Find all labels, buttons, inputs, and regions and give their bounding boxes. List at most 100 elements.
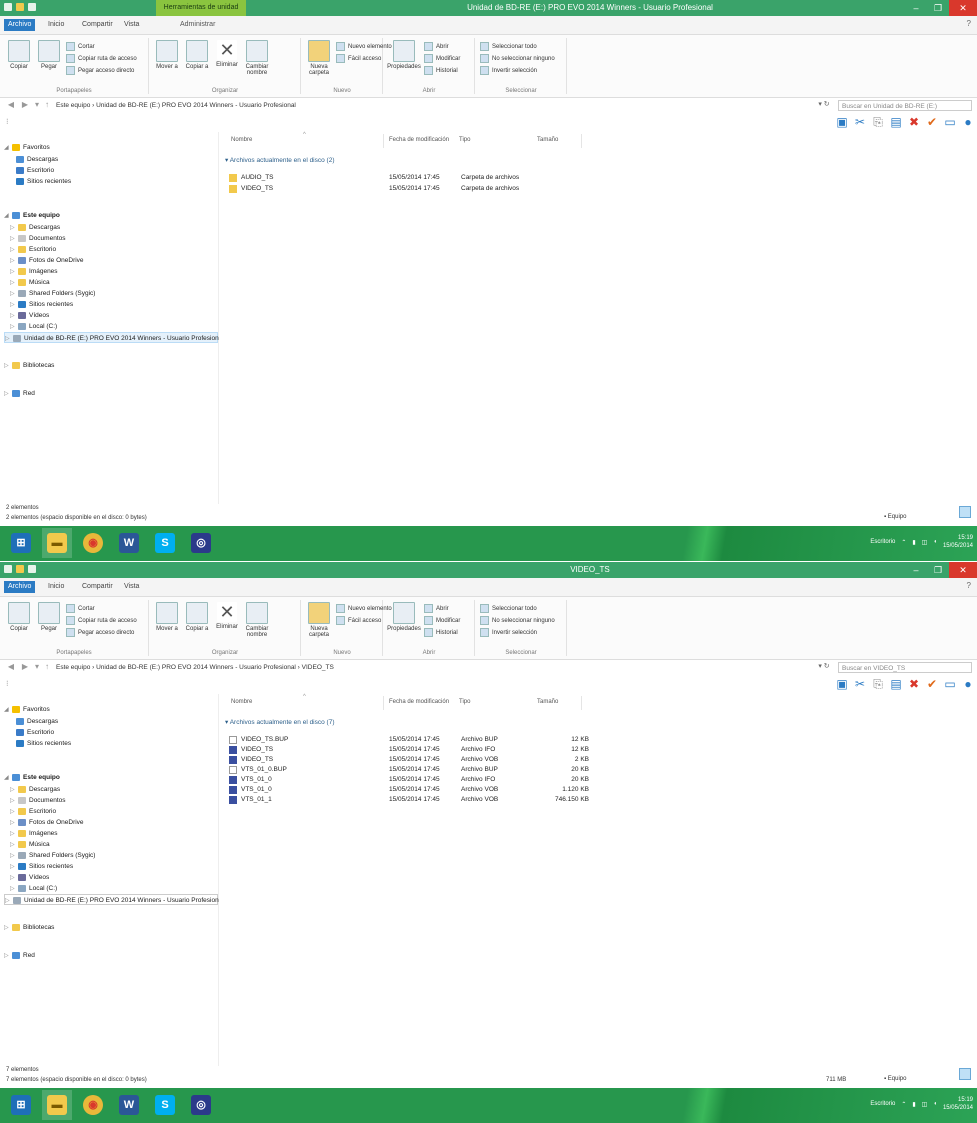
nav-item[interactable]: ▷ Local (C:) xyxy=(10,321,57,332)
rename-button[interactable]: Cambiar nombre xyxy=(242,602,272,638)
invert-selection-button[interactable]: Invertir selección xyxy=(480,66,537,75)
nav-item[interactable]: ▷ Fotos de OneDrive xyxy=(10,817,84,828)
nav-item-recientes[interactable]: Sitios recientes xyxy=(16,738,71,749)
back-button[interactable]: ◀ xyxy=(6,662,16,672)
edit-button[interactable]: Modificar xyxy=(424,616,460,625)
close-button[interactable]: ✕ xyxy=(949,562,977,578)
start-button[interactable]: ⊞ xyxy=(6,528,36,558)
easy-access-button[interactable]: Fácil acceso xyxy=(336,616,381,625)
nav-item[interactable]: ▷ Imágenes xyxy=(10,828,58,839)
nav-item[interactable]: ▷ Música xyxy=(10,277,50,288)
nav-item[interactable]: ▷ Descargas xyxy=(10,222,60,233)
network-icon[interactable]: ◫ xyxy=(922,539,928,546)
large-icons-view-icon[interactable] xyxy=(959,506,971,518)
copy-to-button[interactable]: Copiar a xyxy=(182,40,212,70)
column-divider[interactable] xyxy=(581,696,582,710)
cut-icon[interactable]: ✂ xyxy=(853,677,867,691)
nav-item[interactable]: ▷ Sitios recientes xyxy=(10,861,73,872)
details-pane-icon[interactable]: ▣ xyxy=(835,677,849,691)
move-to-button[interactable]: Mover a xyxy=(152,40,182,70)
collapse-arrow-icon[interactable]: ◢ xyxy=(4,705,12,716)
check-icon[interactable]: ✔ xyxy=(925,677,939,691)
cut-button[interactable]: Cortar xyxy=(66,42,95,51)
details-pane-icon[interactable]: ▣ xyxy=(835,115,849,129)
network-icon[interactable]: ◫ xyxy=(922,1101,928,1108)
address-path[interactable]: Este equipo › Unidad de BD-RE (E:) PRO E… xyxy=(56,662,804,673)
globe-icon[interactable]: ● xyxy=(961,677,975,691)
globe-icon[interactable]: ● xyxy=(961,115,975,129)
start-button[interactable]: ⊞ xyxy=(6,1090,36,1120)
nav-item[interactable]: ▷ Descargas xyxy=(10,784,60,795)
nav-libraries[interactable]: ▷ Bibliotecas xyxy=(4,922,54,933)
nav-favorites[interactable]: ◢ Favoritos xyxy=(4,704,50,715)
col-date[interactable]: Fecha de modificación xyxy=(389,699,449,705)
tab-compartir[interactable]: Compartir xyxy=(78,581,117,593)
nav-item[interactable]: ▷ Escritorio xyxy=(10,244,56,255)
copy-icon[interactable]: ⎘ xyxy=(871,677,885,691)
new-folder-icon[interactable] xyxy=(16,3,24,11)
taskbar-app-explorer[interactable]: ▬ xyxy=(42,1090,72,1120)
history-button[interactable]: Historial xyxy=(424,628,458,637)
copy-icon[interactable]: ⎘ xyxy=(871,115,885,129)
delete-button[interactable]: ✕ Eliminar xyxy=(212,602,242,630)
tray-chevron-icon[interactable]: ⌃ xyxy=(901,1101,906,1108)
tray-chevron-icon[interactable]: ⌃ xyxy=(901,539,906,546)
expand-arrow-icon[interactable]: ▷ xyxy=(5,334,13,345)
properties-icon[interactable] xyxy=(4,565,12,573)
back-button[interactable]: ◀ xyxy=(6,100,16,110)
col-type[interactable]: Tipo xyxy=(459,137,470,143)
expand-arrow-icon[interactable]: ▷ xyxy=(4,951,12,962)
paste-button[interactable]: Pegar xyxy=(34,602,64,632)
forward-button[interactable]: ▶ xyxy=(20,100,30,110)
search-input[interactable]: Buscar en Unidad de BD-RE (E:) xyxy=(838,100,972,111)
tray-desktop-label[interactable]: Escritorio xyxy=(870,1101,895,1107)
large-icons-view-icon[interactable] xyxy=(959,1068,971,1080)
nav-item[interactable]: ▷ Shared Folders (Sygic) xyxy=(10,288,95,299)
paste-button[interactable]: Pegar xyxy=(34,40,64,70)
copy-path-button[interactable]: Copiar ruta de acceso xyxy=(66,616,137,625)
volume-icon[interactable]: ◖ xyxy=(933,1101,937,1107)
group-header[interactable]: ▾ Archivos actualmente en el disco (7) xyxy=(225,718,335,726)
nav-item-descargas[interactable]: Descargas xyxy=(16,154,58,165)
select-none-button[interactable]: No seleccionar ninguno xyxy=(480,54,555,63)
move-to-button[interactable]: Mover a xyxy=(152,602,182,632)
up-button[interactable]: ↑ xyxy=(42,662,52,672)
new-folder-button[interactable]: Nueva carpeta xyxy=(304,602,334,638)
taskbar-app-word[interactable]: W xyxy=(114,528,144,558)
tab-archivo[interactable]: Archivo xyxy=(4,581,36,593)
forward-button[interactable]: ▶ xyxy=(20,662,30,672)
tab-archivo[interactable]: Archivo xyxy=(4,19,36,31)
tab-vista[interactable]: Vista xyxy=(120,19,143,31)
col-size[interactable]: Tamaño xyxy=(537,137,558,143)
help-icon[interactable]: ? xyxy=(967,581,971,590)
tab-inicio[interactable]: Inicio xyxy=(44,19,68,31)
nav-this-pc[interactable]: ◢ Este equipo xyxy=(4,772,60,783)
paste-shortcut-button[interactable]: Pegar acceso directo xyxy=(66,628,134,637)
taskbar-app-word[interactable]: W xyxy=(114,1090,144,1120)
nav-item-selected-drive[interactable]: ▷ Unidad de BD-RE (E:) PRO EVO 2014 Winne… xyxy=(4,332,224,345)
refresh-button[interactable]: ▾ ↻ xyxy=(812,662,836,670)
dropdown-icon[interactable] xyxy=(28,565,36,573)
taskbar-app-skype[interactable]: S xyxy=(150,528,180,558)
select-none-button[interactable]: No seleccionar ninguno xyxy=(480,616,555,625)
maximize-button[interactable]: ❐ xyxy=(927,0,949,16)
rename-button[interactable]: Cambiar nombre xyxy=(242,40,272,76)
column-divider[interactable] xyxy=(383,134,384,148)
paste-icon[interactable]: ▤ xyxy=(889,677,903,691)
easy-access-button[interactable]: Fácil acceso xyxy=(336,54,381,63)
taskbar-app-media[interactable]: ◎ xyxy=(186,528,216,558)
dropdown-icon[interactable] xyxy=(28,3,36,11)
properties-icon[interactable] xyxy=(4,3,12,11)
nav-libraries[interactable]: ▷ Bibliotecas xyxy=(4,360,54,371)
delete-icon[interactable]: ✖ xyxy=(907,115,921,129)
title-bar[interactable]: Herramientas de unidad Unidad de BD-RE (… xyxy=(0,0,977,16)
taskbar-app-chrome[interactable]: ◉ xyxy=(78,528,108,558)
expand-arrow-icon[interactable]: ▷ xyxy=(4,923,12,934)
properties-button[interactable]: Propiedades xyxy=(386,602,422,632)
col-name[interactable]: Nombre xyxy=(231,699,252,705)
col-size[interactable]: Tamaño xyxy=(537,699,558,705)
history-dropdown-icon[interactable]: ▾ xyxy=(32,662,42,672)
minimize-button[interactable]: – xyxy=(905,0,927,16)
view-icon[interactable]: ▭ xyxy=(943,115,957,129)
title-bar[interactable]: VIDEO_TS – ❐ ✕ xyxy=(0,562,977,578)
